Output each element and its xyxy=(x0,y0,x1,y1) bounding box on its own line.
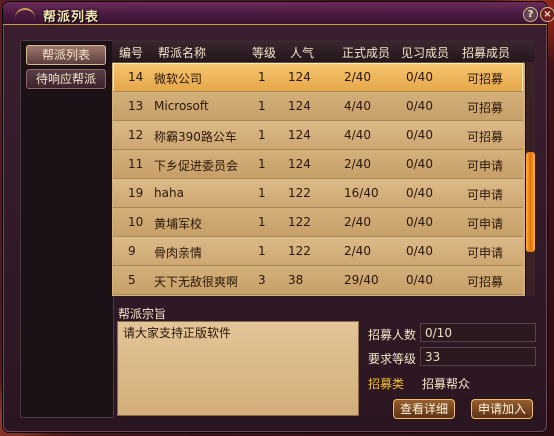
row-recruit-status: 可申请 xyxy=(467,246,504,260)
tab-panel xyxy=(20,40,114,418)
row-popularity: 122 xyxy=(288,244,311,258)
table-row[interactable]: 11 下乡促进委员会 1 124 2/40 0/40 可申请 xyxy=(113,150,523,179)
row-level: 1 xyxy=(258,186,266,200)
row-id: 11 xyxy=(128,157,144,171)
header-popularity: 人气 xyxy=(290,46,315,60)
row-recruit-status: 可申请 xyxy=(467,159,504,173)
row-name: 微软公司 xyxy=(154,72,203,86)
row-recruit-status: 可招募 xyxy=(467,275,504,289)
row-trainee-members: 0/40 xyxy=(406,273,433,287)
help-button[interactable]: ? xyxy=(523,7,538,22)
header-formal-members: 正式成员 xyxy=(342,46,391,60)
required-level-value: 33 xyxy=(420,347,536,366)
row-formal-members: 29/40 xyxy=(344,273,379,287)
row-trainee-members: 0/40 xyxy=(406,128,433,142)
row-level: 1 xyxy=(258,215,266,229)
row-name: Microsoft xyxy=(154,99,209,113)
row-name: 黄埔军校 xyxy=(154,217,203,231)
header-trainee-members: 见习成员 xyxy=(401,46,450,60)
row-recruit-status: 可招募 xyxy=(467,72,504,86)
row-trainee-members: 0/40 xyxy=(406,215,433,229)
row-id: 13 xyxy=(128,99,144,113)
row-recruit-status: 可招募 xyxy=(467,101,504,115)
purpose-label: 帮派宗旨 xyxy=(118,307,167,321)
window-titlebar[interactable]: 帮派列表 ? × xyxy=(3,2,554,25)
row-trainee-members: 0/40 xyxy=(406,157,433,171)
required-level-label: 要求等级 xyxy=(368,352,417,366)
table-row[interactable]: 19 haha 1 122 16/40 0/40 可申请 xyxy=(113,179,523,208)
header-name: 帮派名称 xyxy=(158,46,207,60)
row-recruit-status: 可招募 xyxy=(467,130,504,144)
row-divider xyxy=(113,294,523,295)
row-formal-members: 2/40 xyxy=(344,244,371,258)
row-name: 下乡促进委员会 xyxy=(154,159,239,173)
row-id: 5 xyxy=(128,273,136,287)
row-trainee-members: 0/40 xyxy=(406,186,433,200)
row-level: 3 xyxy=(258,273,266,287)
row-trainee-members: 0/40 xyxy=(406,70,433,84)
row-name: 天下无敌很爽啊 xyxy=(154,275,239,289)
recruit-count-value: 0/10 xyxy=(420,323,536,342)
window-title: 帮派列表 xyxy=(43,10,100,25)
table-scrollbar[interactable] xyxy=(525,62,535,296)
header-recruit: 招募成员 xyxy=(462,46,511,60)
row-popularity: 38 xyxy=(288,273,304,287)
table-row[interactable]: 10 黄埔军校 1 122 2/40 0/40 可申请 xyxy=(113,208,523,237)
title-ornament-icon xyxy=(15,8,35,20)
row-trainee-members: 0/40 xyxy=(406,99,433,113)
row-level: 1 xyxy=(258,128,266,142)
table-row[interactable]: 13 Microsoft 1 124 4/40 0/40 可招募 xyxy=(113,92,523,121)
scrollbar-thumb[interactable] xyxy=(526,152,535,252)
table-row[interactable]: 14 微软公司 1 124 2/40 0/40 可招募 xyxy=(113,63,523,92)
row-popularity: 122 xyxy=(288,186,311,200)
header-level: 等级 xyxy=(252,46,277,60)
recruit-type-value: 招募帮众 xyxy=(422,377,471,391)
table-row[interactable]: 5 天下无敌很爽啊 3 38 29/40 0/40 可招募 xyxy=(113,266,523,295)
row-recruit-status: 可申请 xyxy=(467,217,504,231)
view-detail-button[interactable]: 查看详细 xyxy=(393,399,455,419)
row-name: 骨肉亲情 xyxy=(154,246,203,260)
row-id: 19 xyxy=(128,186,144,200)
row-formal-members: 4/40 xyxy=(344,99,371,113)
close-button[interactable]: × xyxy=(540,7,554,22)
row-name: haha xyxy=(154,186,184,200)
row-id: 9 xyxy=(128,244,136,258)
row-level: 1 xyxy=(258,244,266,258)
row-popularity: 124 xyxy=(288,70,311,84)
apply-join-button[interactable]: 申请加入 xyxy=(471,399,533,419)
row-formal-members: 2/40 xyxy=(344,215,371,229)
row-popularity: 124 xyxy=(288,157,311,171)
row-popularity: 124 xyxy=(288,99,311,113)
purpose-textbox: 请大家支持正版软件 xyxy=(117,321,359,416)
row-popularity: 122 xyxy=(288,215,311,229)
row-id: 14 xyxy=(128,70,144,84)
row-recruit-status: 可申请 xyxy=(467,188,504,202)
recruit-count-label: 招募人数 xyxy=(368,328,417,342)
row-level: 1 xyxy=(258,70,266,84)
row-name: 称霸390路公车 xyxy=(154,130,237,144)
recruit-type-label: 招募类 xyxy=(368,377,405,391)
tab-pending-guilds[interactable]: 待响应帮派 xyxy=(26,69,106,89)
table-header: 编号 帮派名称 等级 人气 正式成员 见习成员 招募成员 xyxy=(112,40,534,63)
table-row[interactable]: 9 骨肉亲情 1 122 2/40 0/40 可申请 xyxy=(113,237,523,266)
row-popularity: 124 xyxy=(288,128,311,142)
row-formal-members: 16/40 xyxy=(344,186,379,200)
row-formal-members: 4/40 xyxy=(344,128,371,142)
row-id: 12 xyxy=(128,128,144,142)
row-id: 10 xyxy=(128,215,144,229)
row-level: 1 xyxy=(258,99,266,113)
tab-guild-list[interactable]: 帮派列表 xyxy=(26,45,106,65)
header-id: 编号 xyxy=(119,46,144,60)
table-row[interactable]: 12 称霸390路公车 1 124 4/40 0/40 可招募 xyxy=(113,121,523,150)
row-level: 1 xyxy=(258,157,266,171)
row-formal-members: 2/40 xyxy=(344,70,371,84)
row-formal-members: 2/40 xyxy=(344,157,371,171)
row-trainee-members: 0/40 xyxy=(406,244,433,258)
